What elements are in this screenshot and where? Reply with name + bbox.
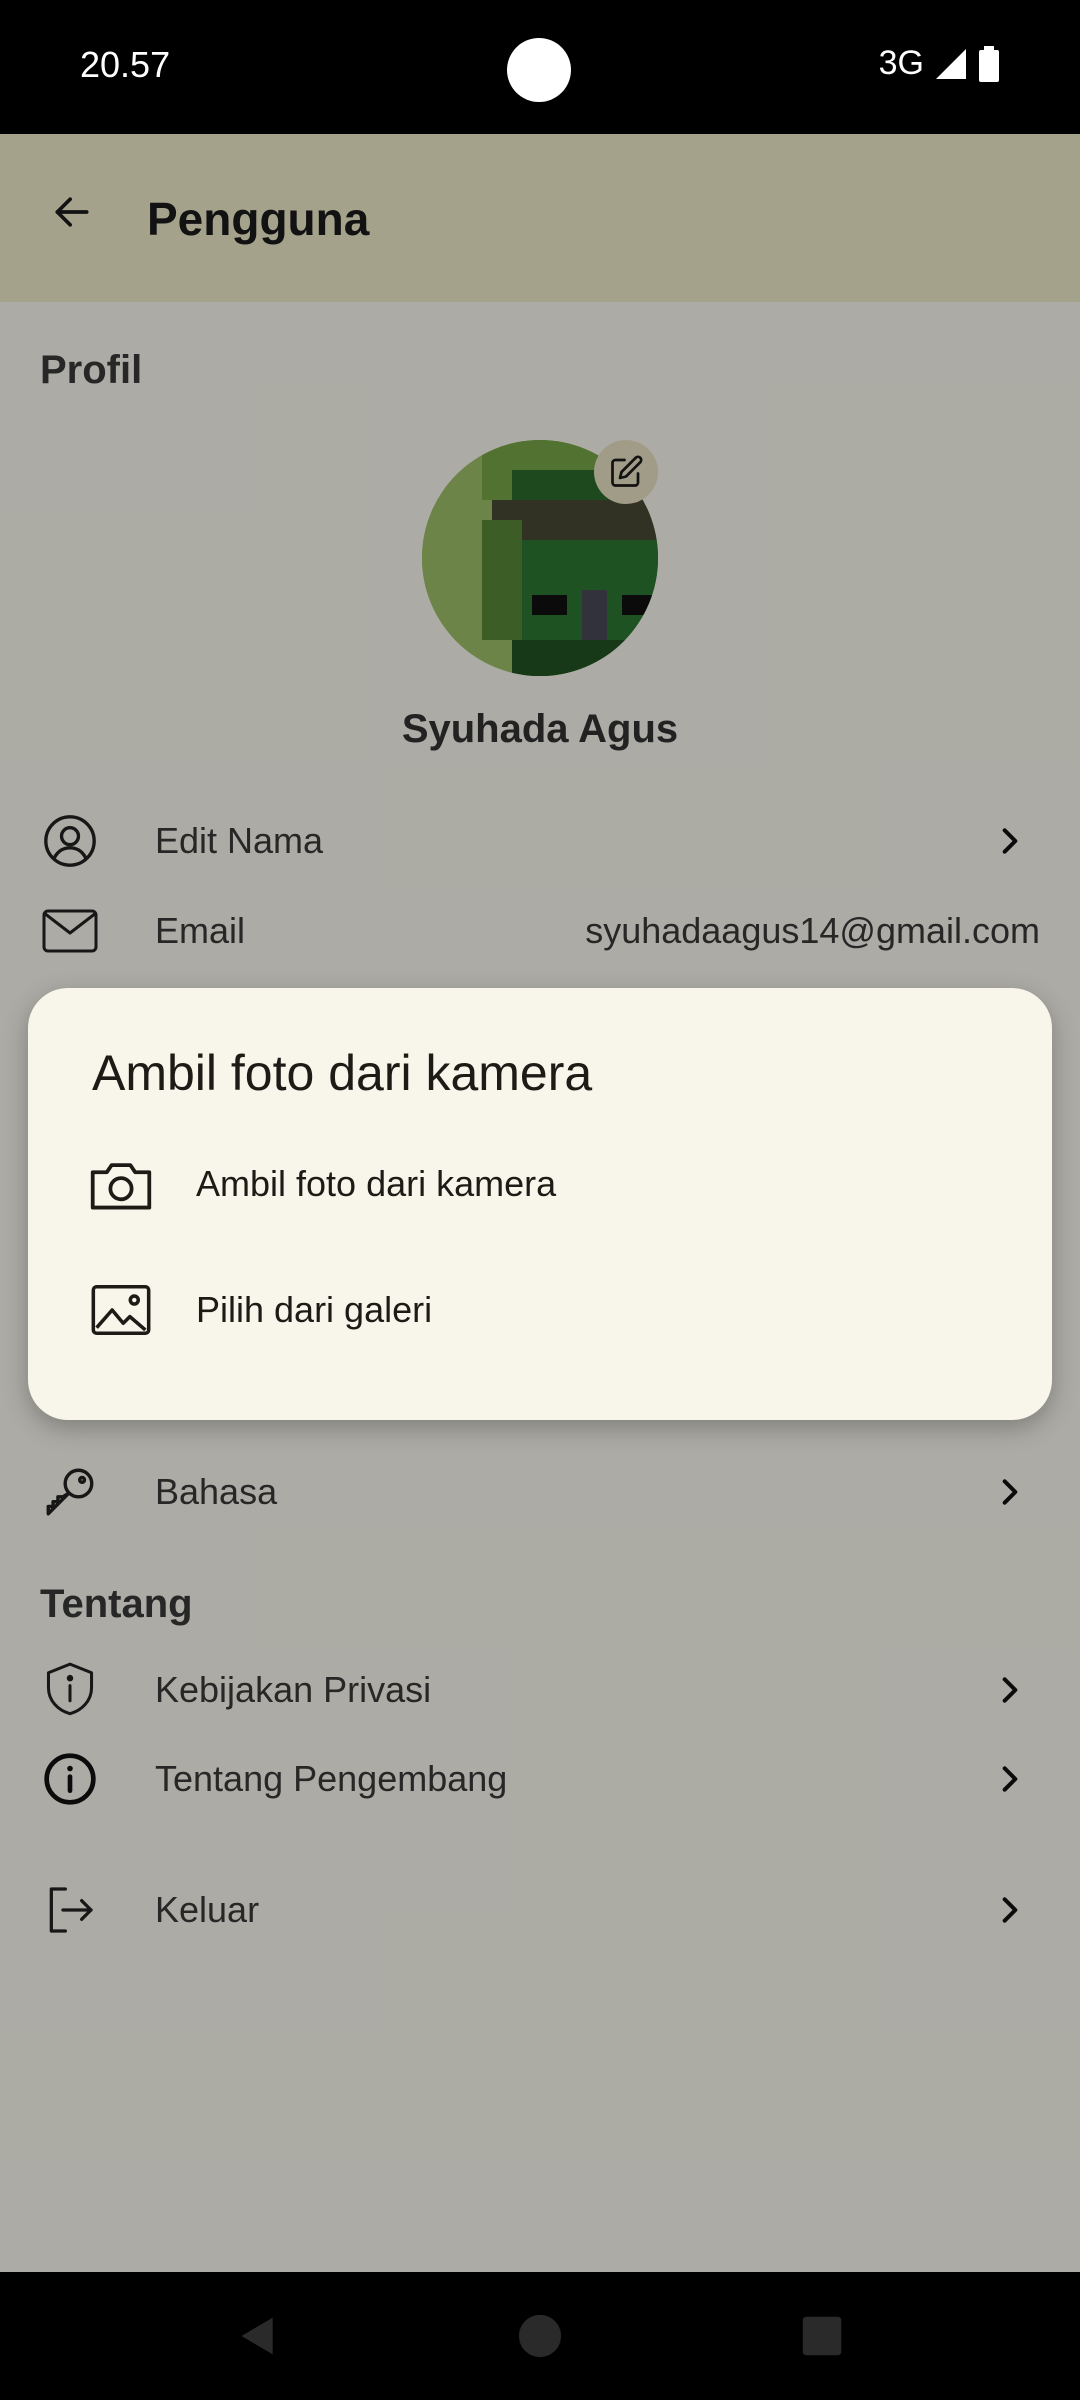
network-type: 3G xyxy=(878,44,924,82)
nav-recents-button[interactable] xyxy=(798,2312,846,2360)
square-recents-icon xyxy=(802,2316,842,2356)
image-icon xyxy=(88,1277,154,1343)
system-nav-bar xyxy=(0,2272,1080,2400)
camera-cutout xyxy=(507,38,571,102)
photo-source-dialog: Ambil foto dari kamera Ambil foto dari k… xyxy=(28,988,1052,1420)
circle-home-icon xyxy=(518,2314,562,2358)
signal-icon xyxy=(936,48,966,79)
status-bar: 20.57 3G xyxy=(0,0,1080,134)
take-photo-option[interactable]: Ambil foto dari kamera xyxy=(28,1129,1052,1239)
camera-icon xyxy=(88,1151,154,1217)
screen: 20.57 3G Pengguna Profil Syuhada Agus Ed… xyxy=(0,0,1080,2400)
status-time: 20.57 xyxy=(80,44,171,85)
dialog-option-label: Ambil foto dari kamera xyxy=(196,1163,557,1204)
nav-back-button[interactable] xyxy=(234,2312,282,2360)
dialog-option-label: Pilih dari galeri xyxy=(196,1289,433,1330)
battery-icon xyxy=(979,45,999,82)
dialog-title: Ambil foto dari kamera xyxy=(92,1045,593,1101)
nav-home-button[interactable] xyxy=(516,2312,564,2360)
status-indicators: 3G xyxy=(879,44,1000,83)
pick-gallery-option[interactable]: Pilih dari galeri xyxy=(28,1255,1052,1365)
triangle-back-icon xyxy=(241,2317,273,2355)
